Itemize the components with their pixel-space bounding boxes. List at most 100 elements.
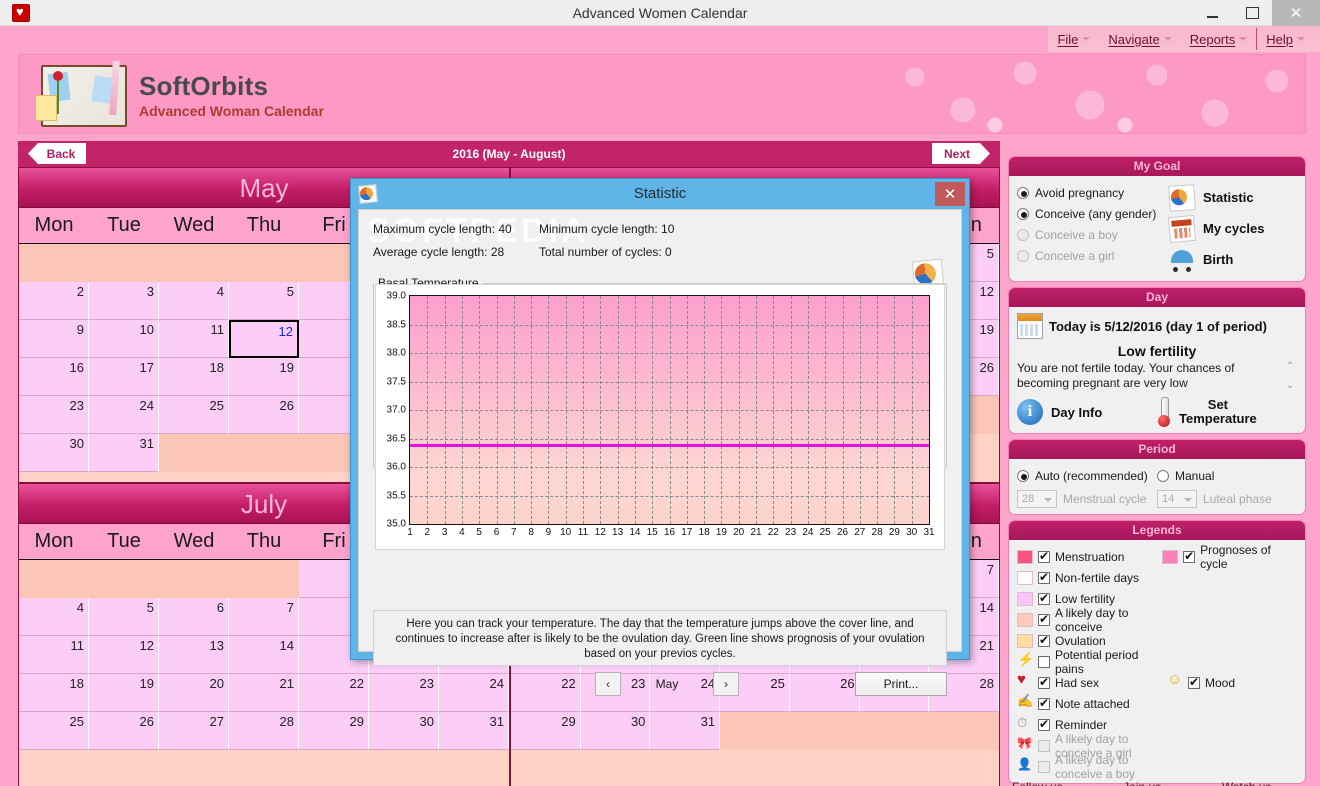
day-cell-today[interactable]: 12 — [229, 320, 299, 358]
day-cell[interactable]: 6 — [159, 598, 229, 636]
day-cell[interactable]: 26 — [89, 712, 159, 750]
day-cell[interactable]: 25 — [19, 712, 89, 750]
day-cell[interactable]: 27 — [159, 712, 229, 750]
minimize-button[interactable] — [1192, 0, 1232, 26]
menu-file[interactable]: File — [1048, 26, 1099, 52]
day-cell[interactable]: 17 — [89, 358, 159, 396]
my-cycles-button[interactable]: My cycles — [1167, 213, 1297, 244]
next-month-button[interactable]: › — [713, 672, 739, 696]
day-cell[interactable]: 22 — [299, 674, 369, 712]
legend-item: A likely day to conceive a boy — [1017, 753, 1167, 781]
fertility-scrollbar[interactable]: ⌃ ⌄ — [1283, 361, 1297, 391]
day-cell[interactable]: 31 — [650, 712, 721, 750]
day-cell[interactable]: 30 — [369, 712, 439, 750]
social-link-text[interactable]: Watch us on — [1222, 780, 1287, 786]
close-button[interactable]: ✕ — [1272, 0, 1320, 26]
legend-checkbox[interactable] — [1038, 612, 1050, 626]
day-number: 23 — [69, 398, 84, 413]
legend-checkbox[interactable] — [1038, 633, 1050, 647]
day-cell-empty — [860, 712, 930, 750]
chart-gridline-vertical — [790, 296, 792, 524]
goal-options: Avoid pregnancy Conceive (any gender) Co… — [1017, 182, 1169, 275]
weekday-header-mon: Mon — [34, 214, 74, 236]
menstrual-cycle-select[interactable]: 28 — [1017, 490, 1057, 508]
day-cell[interactable]: 5 — [89, 598, 159, 636]
day-cell[interactable]: 16 — [19, 358, 89, 396]
legend-checkbox[interactable] — [1038, 549, 1050, 563]
day-cell[interactable]: 5 — [229, 282, 299, 320]
day-cell[interactable]: 26 — [229, 396, 299, 434]
legend-checkbox[interactable] — [1038, 570, 1050, 584]
day-cell[interactable]: 18 — [159, 358, 229, 396]
set-temperature-button[interactable]: Set Temperature — [1157, 397, 1297, 427]
day-cell[interactable]: 7 — [229, 598, 299, 636]
legend-color-swatch — [1017, 591, 1033, 606]
luteal-phase-select[interactable]: 14 — [1157, 490, 1197, 508]
day-cell[interactable]: 19 — [229, 358, 299, 396]
day-cell[interactable]: 19 — [89, 674, 159, 712]
day-number: 27 — [209, 714, 224, 729]
day-cell[interactable]: 25 — [159, 396, 229, 434]
scroll-up-icon[interactable]: ⌃ — [1286, 361, 1294, 372]
day-cell[interactable]: 31 — [439, 712, 509, 750]
chart-x-tick-label: 18 — [698, 527, 710, 538]
legend-row: Note attached — [1017, 693, 1297, 714]
day-cell[interactable]: 4 — [159, 282, 229, 320]
legend-checkbox[interactable] — [1183, 549, 1196, 563]
chart-gridline-vertical — [427, 296, 429, 524]
goal-option-conceive-any[interactable]: Conceive (any gender) — [1017, 203, 1169, 224]
day-cell[interactable]: 14 — [229, 636, 299, 674]
day-cell[interactable]: 10 — [89, 320, 159, 358]
day-cell[interactable]: 3 — [89, 282, 159, 320]
day-cell[interactable]: 21 — [229, 674, 299, 712]
day-cell[interactable]: 31 — [89, 434, 159, 472]
day-cell[interactable]: 28 — [229, 712, 299, 750]
legend-item: Note attached — [1017, 693, 1167, 711]
menu-help[interactable]: Help — [1257, 26, 1314, 52]
birth-button[interactable]: Birth — [1169, 244, 1297, 275]
maximize-button[interactable] — [1232, 0, 1272, 26]
legend-checkbox[interactable] — [1038, 717, 1050, 731]
day-cell[interactable]: 11 — [19, 636, 89, 674]
day-cell[interactable]: 13 — [159, 636, 229, 674]
legend-checkbox[interactable] — [1188, 675, 1200, 689]
day-cell[interactable]: 23 — [19, 396, 89, 434]
period-auto-radio[interactable]: Auto (recommended) — [1017, 465, 1157, 486]
legend-checkbox[interactable] — [1038, 591, 1050, 605]
dialog-close-button[interactable]: ✕ — [935, 182, 965, 206]
day-cell[interactable]: 18 — [19, 674, 89, 712]
menu-reports[interactable]: Reports — [1181, 26, 1257, 52]
day-cell[interactable]: 30 — [580, 712, 651, 750]
scroll-down-icon[interactable]: ⌄ — [1286, 380, 1294, 391]
day-info-label: Day Info — [1051, 404, 1103, 420]
period-manual-radio[interactable]: Manual — [1157, 465, 1297, 486]
legend-checkbox[interactable] — [1038, 655, 1050, 668]
day-cell[interactable]: 2 — [19, 282, 89, 320]
day-cell[interactable]: 12 — [89, 636, 159, 674]
legend-label: Menstruation — [1055, 549, 1125, 564]
menstrual-cycle-row: 28 Menstrual cycle — [1017, 490, 1157, 508]
day-cell[interactable]: 30 — [19, 434, 89, 472]
print-button[interactable]: Print... — [855, 672, 947, 696]
day-info-button[interactable]: Day Info — [1017, 397, 1157, 427]
goal-option-avoid-pregnancy[interactable]: Avoid pregnancy — [1017, 182, 1169, 203]
prev-month-button[interactable]: ‹ — [595, 672, 621, 696]
legend-checkbox[interactable] — [1038, 696, 1050, 710]
legend-checkbox[interactable] — [1038, 675, 1050, 689]
social-link-text[interactable]: Join us on — [1123, 780, 1177, 786]
chart-gridline-vertical — [738, 296, 740, 524]
next-button[interactable]: Next — [932, 143, 990, 164]
day-cell[interactable]: 29 — [511, 712, 581, 750]
chart-x-tick-label: 21 — [750, 527, 762, 538]
day-cell[interactable]: 24 — [89, 396, 159, 434]
day-cell[interactable]: 11 — [159, 320, 229, 358]
social-link-text[interactable]: Follow us on — [1012, 780, 1078, 786]
chart-x-tick-label: 7 — [511, 527, 517, 538]
day-cell[interactable]: 9 — [19, 320, 89, 358]
statistic-button[interactable]: Statistic — [1168, 182, 1297, 213]
day-cell[interactable]: 29 — [299, 712, 369, 750]
day-cell[interactable]: 4 — [19, 598, 89, 636]
day-number: 4 — [216, 284, 224, 299]
menu-navigate[interactable]: Navigate — [1099, 26, 1180, 52]
day-cell[interactable]: 20 — [159, 674, 229, 712]
